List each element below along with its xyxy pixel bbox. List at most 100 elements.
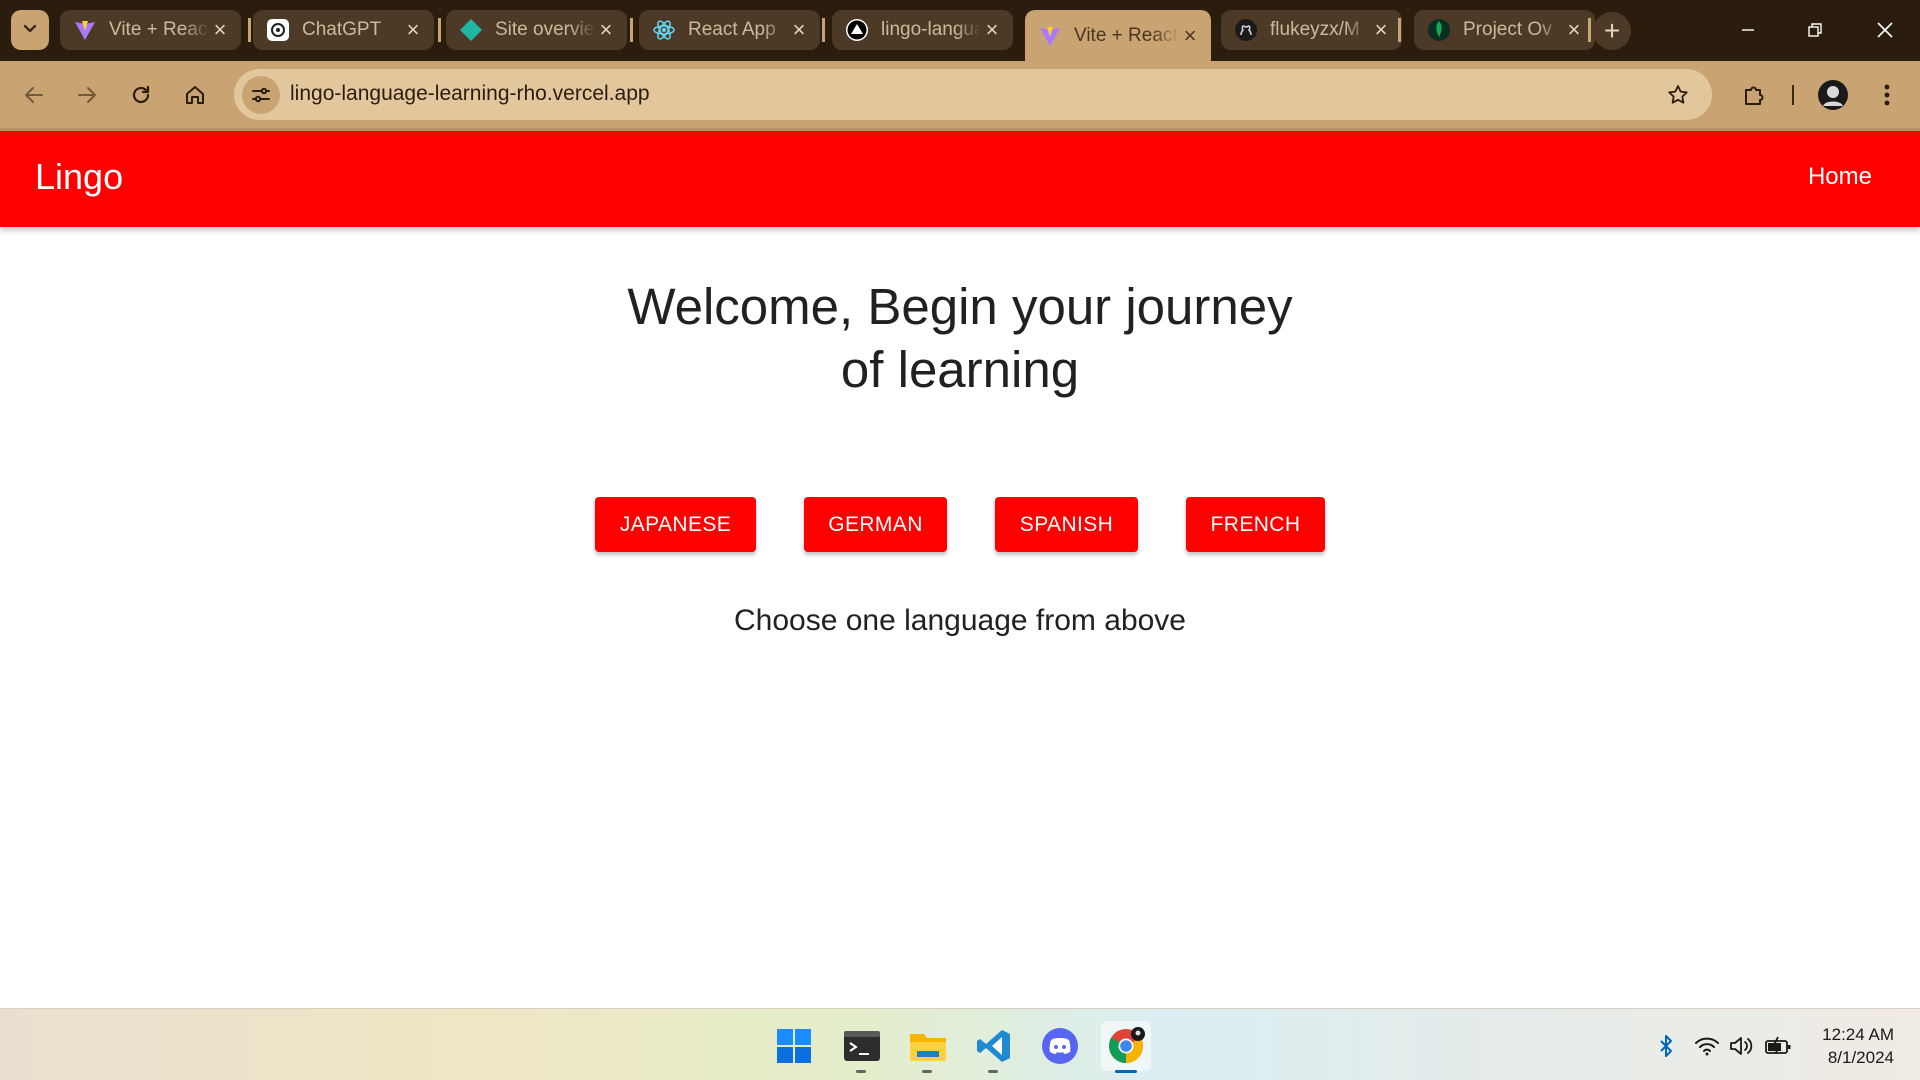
github-icon — [1234, 18, 1258, 42]
taskbar-vscode[interactable] — [969, 1021, 1019, 1073]
page-title: Welcome, Begin your journey of learning — [560, 275, 1360, 401]
chrome-icon — [1109, 1027, 1145, 1063]
tab-divider — [1398, 18, 1401, 42]
wifi-icon — [1695, 1037, 1719, 1056]
tab-divider — [248, 18, 251, 42]
volume-tray-button[interactable] — [1727, 1033, 1757, 1059]
puzzle-icon — [1745, 86, 1764, 105]
bluetooth-icon — [1660, 1035, 1672, 1057]
chevron-down-icon — [22, 20, 38, 41]
tab-site-overview[interactable]: Site overview × — [446, 10, 627, 50]
browser-toolbar: lingo-language-learning-rho.vercel.app — [0, 61, 1920, 128]
forward-button[interactable] — [67, 75, 107, 115]
close-icon[interactable]: × — [1563, 17, 1585, 42]
japanese-button[interactable]: JAPANESE — [595, 497, 756, 552]
french-button[interactable]: FRENCH — [1186, 497, 1325, 552]
close-icon — [1877, 22, 1893, 38]
tab-title: ChatGPT — [302, 19, 382, 40]
back-button[interactable] — [14, 75, 54, 115]
terminal-icon — [844, 1031, 880, 1061]
reload-button[interactable] — [121, 75, 161, 115]
home-icon — [186, 86, 204, 104]
start-button[interactable] — [769, 1021, 819, 1071]
arrow-left-icon — [25, 87, 43, 103]
close-icon[interactable]: × — [209, 17, 231, 42]
running-indicator — [922, 1070, 932, 1073]
volume-icon — [1730, 1037, 1753, 1055]
tab-vite-react-1[interactable]: Vite + React × — [60, 10, 241, 50]
star-icon — [1668, 85, 1688, 104]
tab-strip: Vite + React × ChatGPT × Site overview ×… — [0, 0, 1920, 61]
taskbar-terminal[interactable] — [837, 1021, 887, 1073]
running-indicator — [988, 1070, 998, 1073]
taskbar-file-explorer[interactable] — [903, 1021, 953, 1073]
close-icon[interactable]: × — [788, 17, 810, 42]
bluetooth-tray-button[interactable] — [1651, 1033, 1681, 1059]
taskbar-discord[interactable] — [1035, 1021, 1085, 1071]
tab-vite-react-active[interactable]: Vite + React × — [1025, 10, 1211, 61]
tab-lingo-language[interactable]: lingo-language × — [832, 10, 1013, 50]
page-title-line-2: of learning — [840, 341, 1080, 398]
system-clock[interactable]: 12:24 AM 8/1/2024 — [1822, 1023, 1894, 1069]
close-icon[interactable]: × — [1370, 17, 1392, 42]
running-indicator — [1115, 1070, 1137, 1073]
taskbar-chrome[interactable] — [1101, 1021, 1151, 1073]
tab-search-button[interactable] — [11, 10, 49, 50]
windows-taskbar: 12:24 AM 8/1/2024 — [0, 1008, 1920, 1080]
tab-title: Vite + React — [109, 19, 209, 40]
restore-button[interactable] — [1785, 10, 1845, 50]
running-indicator — [856, 1070, 866, 1073]
extensions-button[interactable] — [1734, 75, 1774, 115]
close-window-button[interactable] — [1855, 10, 1915, 50]
tab-title: Project Ov — [1463, 19, 1552, 40]
tab-project-overview[interactable]: Project Ov × — [1414, 10, 1595, 50]
tab-title: Vite + React — [1074, 24, 1178, 46]
close-icon[interactable]: × — [402, 17, 424, 42]
tab-title: Site overview — [495, 19, 595, 40]
clock-date: 8/1/2024 — [1827, 1048, 1894, 1067]
profile-button[interactable] — [1813, 75, 1853, 115]
new-tab-button[interactable]: + — [1593, 12, 1631, 50]
vercel-icon — [845, 18, 869, 42]
chatgpt-icon — [266, 18, 290, 42]
mongodb-icon — [1427, 18, 1451, 42]
minimize-button[interactable] — [1718, 10, 1778, 50]
close-icon[interactable]: × — [981, 17, 1003, 42]
battery-tray-button[interactable] — [1763, 1033, 1793, 1059]
file-explorer-icon — [910, 1034, 946, 1061]
vite-icon — [73, 18, 97, 42]
tab-react-app[interactable]: React App × — [639, 10, 820, 50]
language-button-group: JAPANESE GERMAN SPANISH FRENCH — [0, 497, 1920, 552]
avatar — [1818, 80, 1848, 110]
close-icon[interactable]: × — [595, 17, 617, 42]
tab-divider — [630, 18, 633, 42]
german-button[interactable]: GERMAN — [804, 497, 947, 552]
url-text[interactable]: lingo-language-learning-rho.vercel.app — [290, 82, 650, 106]
instruction-text: Choose one language from above — [734, 604, 1186, 637]
clock-time: 12:24 AM — [1822, 1025, 1894, 1044]
bookmark-button[interactable] — [1662, 79, 1694, 111]
menu-button[interactable] — [1867, 75, 1907, 115]
site-info-button[interactable] — [242, 76, 280, 114]
tab-title: lingo-language — [881, 19, 981, 40]
vite-icon — [1038, 24, 1062, 48]
tab-divider — [438, 18, 441, 42]
start-icon — [777, 1029, 811, 1063]
close-icon[interactable]: × — [1179, 23, 1201, 48]
wifi-tray-button[interactable] — [1692, 1033, 1722, 1059]
restore-icon — [1808, 23, 1822, 37]
tab-github[interactable]: flukeyzx/M × — [1221, 10, 1402, 50]
nav-home-link[interactable]: Home — [1808, 163, 1872, 191]
tune-icon — [252, 87, 270, 103]
tab-divider — [822, 18, 825, 42]
plus-icon: + — [1603, 15, 1621, 46]
home-button[interactable] — [175, 75, 215, 115]
brand-logo[interactable]: Lingo — [35, 156, 123, 198]
netlify-icon — [459, 18, 483, 42]
vscode-icon — [977, 1030, 1010, 1062]
spanish-button[interactable]: SPANISH — [995, 497, 1138, 552]
tab-chatgpt[interactable]: ChatGPT × — [253, 10, 434, 50]
discord-icon — [1042, 1028, 1078, 1064]
minimize-icon — [1742, 29, 1754, 31]
address-bar[interactable]: lingo-language-learning-rho.vercel.app — [234, 69, 1712, 120]
